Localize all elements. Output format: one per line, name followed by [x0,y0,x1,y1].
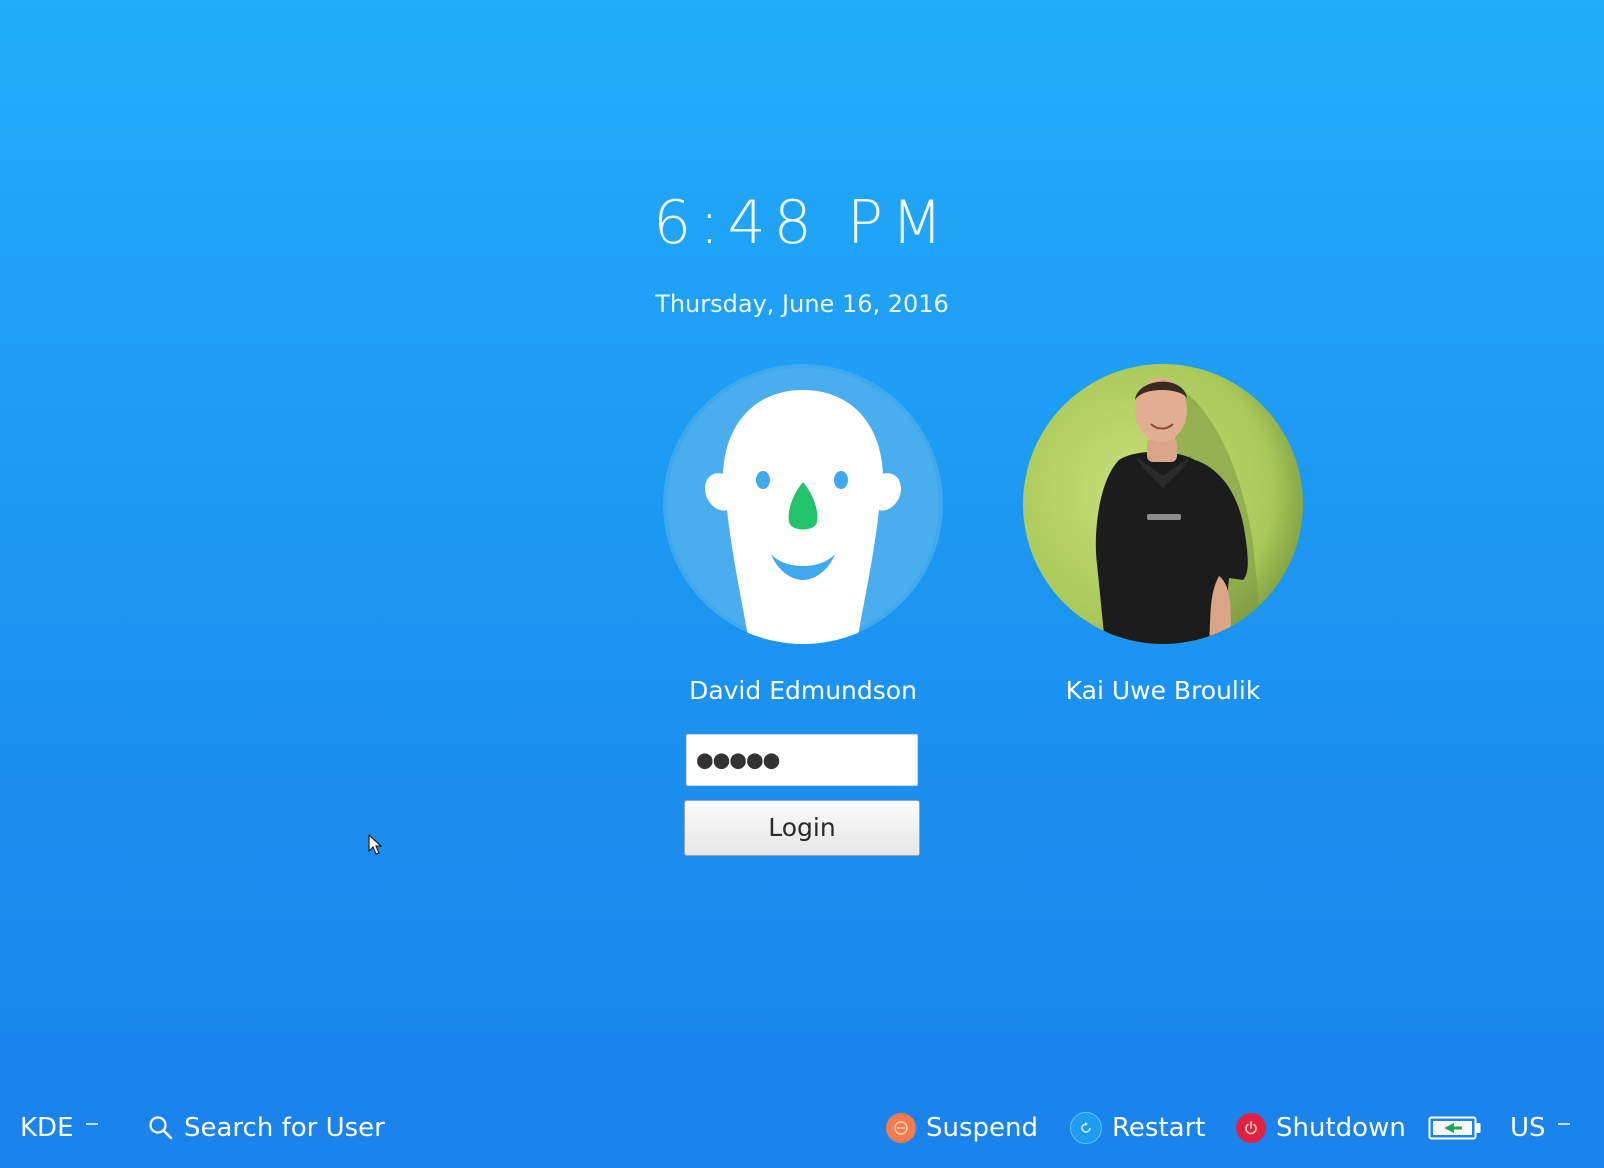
photo-avatar[interactable] [1023,364,1303,644]
power-icon [1236,1113,1266,1143]
search-icon [148,1115,174,1141]
suspend-label: Suspend [926,1113,1039,1143]
user-name-label: Kai Uwe Broulik [1065,676,1261,705]
person-photo-icon [1023,364,1303,644]
session-label: KDE [20,1113,74,1143]
suspend-button[interactable]: Suspend [886,1110,1038,1146]
restart-label: Restart [1112,1113,1206,1143]
cartoon-face-avatar[interactable] [663,364,943,644]
user-david-edmundson[interactable]: David Edmundson [653,364,953,705]
session-selector[interactable]: KDE [20,1110,98,1146]
shutdown-button[interactable]: Shutdown [1236,1110,1406,1146]
chevron-down-icon [85,1123,98,1125]
keyboard-layout-label: US [1510,1113,1546,1143]
bottom-bar: KDE Search for User Suspend Restart Shut… [0,1098,1604,1158]
battery-charging-icon [1428,1115,1482,1141]
password-field[interactable]: ●●●●● [686,734,918,786]
chevron-down-icon [1557,1123,1570,1125]
avatar-face-icon [663,364,943,644]
mouse-cursor-icon [368,833,384,860]
battery-indicator[interactable] [1428,1110,1492,1146]
search-user-label: Search for User [184,1113,385,1143]
search-user-button[interactable]: Search for User [148,1110,385,1146]
restart-button[interactable]: Restart [1070,1110,1205,1146]
suspend-icon [886,1113,916,1143]
login-button[interactable]: Login [684,800,920,856]
clock-time: 6:48 PM [653,188,951,258]
clock-date: Thursday, June 16, 2016 [655,290,949,318]
keyboard-layout-selector[interactable]: US [1510,1110,1570,1146]
user-kai-uwe-broulik[interactable]: Kai Uwe Broulik [1013,364,1313,705]
user-name-label: David Edmundson [689,676,917,705]
shutdown-label: Shutdown [1276,1113,1406,1143]
restart-icon [1070,1112,1102,1144]
